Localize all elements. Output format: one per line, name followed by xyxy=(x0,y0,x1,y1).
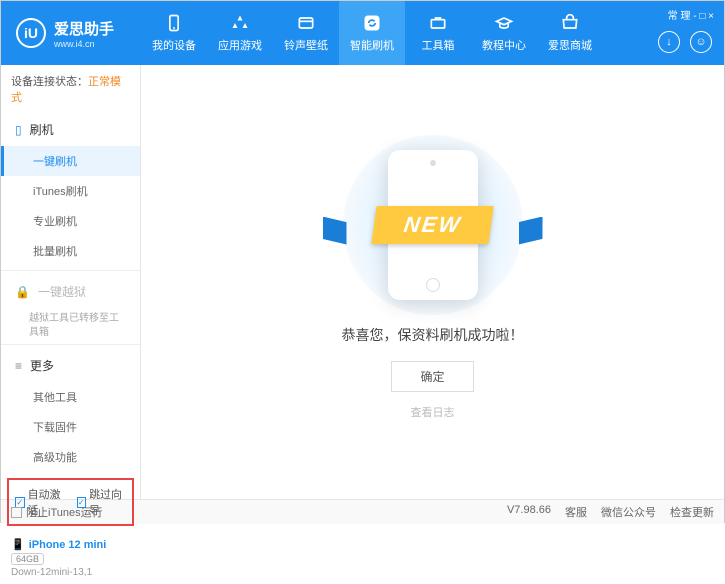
menu-group-more[interactable]: ≡ 更多 xyxy=(1,349,140,382)
divider xyxy=(1,270,140,271)
nav-tutorials[interactable]: 教程中心 xyxy=(471,1,537,65)
download-icon[interactable]: ↓ xyxy=(658,31,680,53)
main-nav: 我的设备 应用游戏 铃声壁纸 智能刷机 工具箱 教程中心 爱思商城 xyxy=(141,1,724,65)
nav-store[interactable]: 爱思商城 xyxy=(537,1,603,65)
hat-icon xyxy=(494,13,514,33)
footer-support[interactable]: 客服 xyxy=(565,504,587,520)
brand-name: 爱思助手 xyxy=(54,18,114,39)
phone-icon xyxy=(164,13,184,33)
body-area: 设备连接状态：正常模式 ▯ 刷机 一键刷机 iTunes刷机 专业刷机 批量刷机… xyxy=(1,65,724,499)
apps-icon xyxy=(230,13,250,33)
device-name[interactable]: 📱 iPhone 12 mini xyxy=(11,538,130,551)
menu-group-jailbreak[interactable]: 🔒 一键越狱 xyxy=(1,275,140,308)
menu-oneclick-flash[interactable]: 一键刷机 xyxy=(1,146,140,176)
toolbox-icon xyxy=(428,13,448,33)
app-header: iU 爱思助手 www.i4.cn 我的设备 应用游戏 铃声壁纸 智能刷机 工具… xyxy=(1,1,724,65)
version-label: V7.98.66 xyxy=(507,504,551,520)
jailbreak-notice: 越狱工具已转移至工具箱 xyxy=(29,312,128,340)
new-ribbon: NEW xyxy=(371,206,494,244)
menu-advanced[interactable]: 高级功能 xyxy=(1,442,140,472)
lock-icon: 🔒 xyxy=(15,285,30,299)
menu-itunes-flash[interactable]: iTunes刷机 xyxy=(1,176,140,206)
phone-small-icon: 📱 xyxy=(11,538,25,551)
confirm-button[interactable]: 确定 xyxy=(391,361,473,392)
header-action-icons: ↓ ☺ xyxy=(658,31,712,53)
store-icon xyxy=(560,13,580,33)
device-info: 📱 iPhone 12 mini 64GB Down-12mini-13,1 xyxy=(1,532,140,584)
logo-icon: iU xyxy=(16,18,46,48)
brand-url: www.i4.cn xyxy=(54,39,114,49)
nav-ringtones[interactable]: 铃声壁纸 xyxy=(273,1,339,65)
nav-smart-flash[interactable]: 智能刷机 xyxy=(339,1,405,65)
sidebar-menu: ▯ 刷机 一键刷机 iTunes刷机 专业刷机 批量刷机 🔒 一键越狱 越狱工具… xyxy=(1,113,140,472)
view-log-link[interactable]: 查看日志 xyxy=(411,404,455,420)
menu-download-fw[interactable]: 下载固件 xyxy=(1,412,140,442)
divider xyxy=(1,344,140,345)
user-icon[interactable]: ☺ xyxy=(690,31,712,53)
menu-other-tools[interactable]: 其他工具 xyxy=(1,382,140,412)
block-itunes-checkbox[interactable]: 阻止iTunes运行 xyxy=(11,504,103,520)
storage-badge: 64GB xyxy=(11,553,44,565)
menu-pro-flash[interactable]: 专业刷机 xyxy=(1,206,140,236)
success-illustration: NEW xyxy=(333,145,533,305)
connection-status: 设备连接状态：正常模式 xyxy=(1,65,140,113)
nav-my-device[interactable]: 我的设备 xyxy=(141,1,207,65)
menu-group-flash[interactable]: ▯ 刷机 xyxy=(1,113,140,146)
success-message: 恭喜您，保资料刷机成功啦！ xyxy=(342,325,524,345)
footer-right: V7.98.66 客服 微信公众号 检查更新 xyxy=(507,504,714,520)
logo-area: iU 爱思助手 www.i4.cn xyxy=(1,18,141,49)
list-icon: ≡ xyxy=(15,359,22,373)
nav-toolbox[interactable]: 工具箱 xyxy=(405,1,471,65)
menu-batch-flash[interactable]: 批量刷机 xyxy=(1,236,140,266)
logo-text: 爱思助手 www.i4.cn xyxy=(54,18,114,49)
sidebar: 设备连接状态：正常模式 ▯ 刷机 一键刷机 iTunes刷机 专业刷机 批量刷机… xyxy=(1,65,141,499)
refresh-icon xyxy=(362,13,382,33)
window-controls[interactable]: 常 理 - □ × xyxy=(668,7,714,22)
footer-check-update[interactable]: 检查更新 xyxy=(670,504,714,520)
footer-wechat[interactable]: 微信公众号 xyxy=(601,504,656,520)
folder-icon xyxy=(296,13,316,33)
phone-small-icon: ▯ xyxy=(15,123,22,137)
checkbox-unchecked-icon xyxy=(11,507,22,518)
main-content: NEW 恭喜您，保资料刷机成功啦！ 确定 查看日志 xyxy=(141,65,724,499)
nav-apps-games[interactable]: 应用游戏 xyxy=(207,1,273,65)
device-identifier: Down-12mini-13,1 xyxy=(11,567,130,578)
